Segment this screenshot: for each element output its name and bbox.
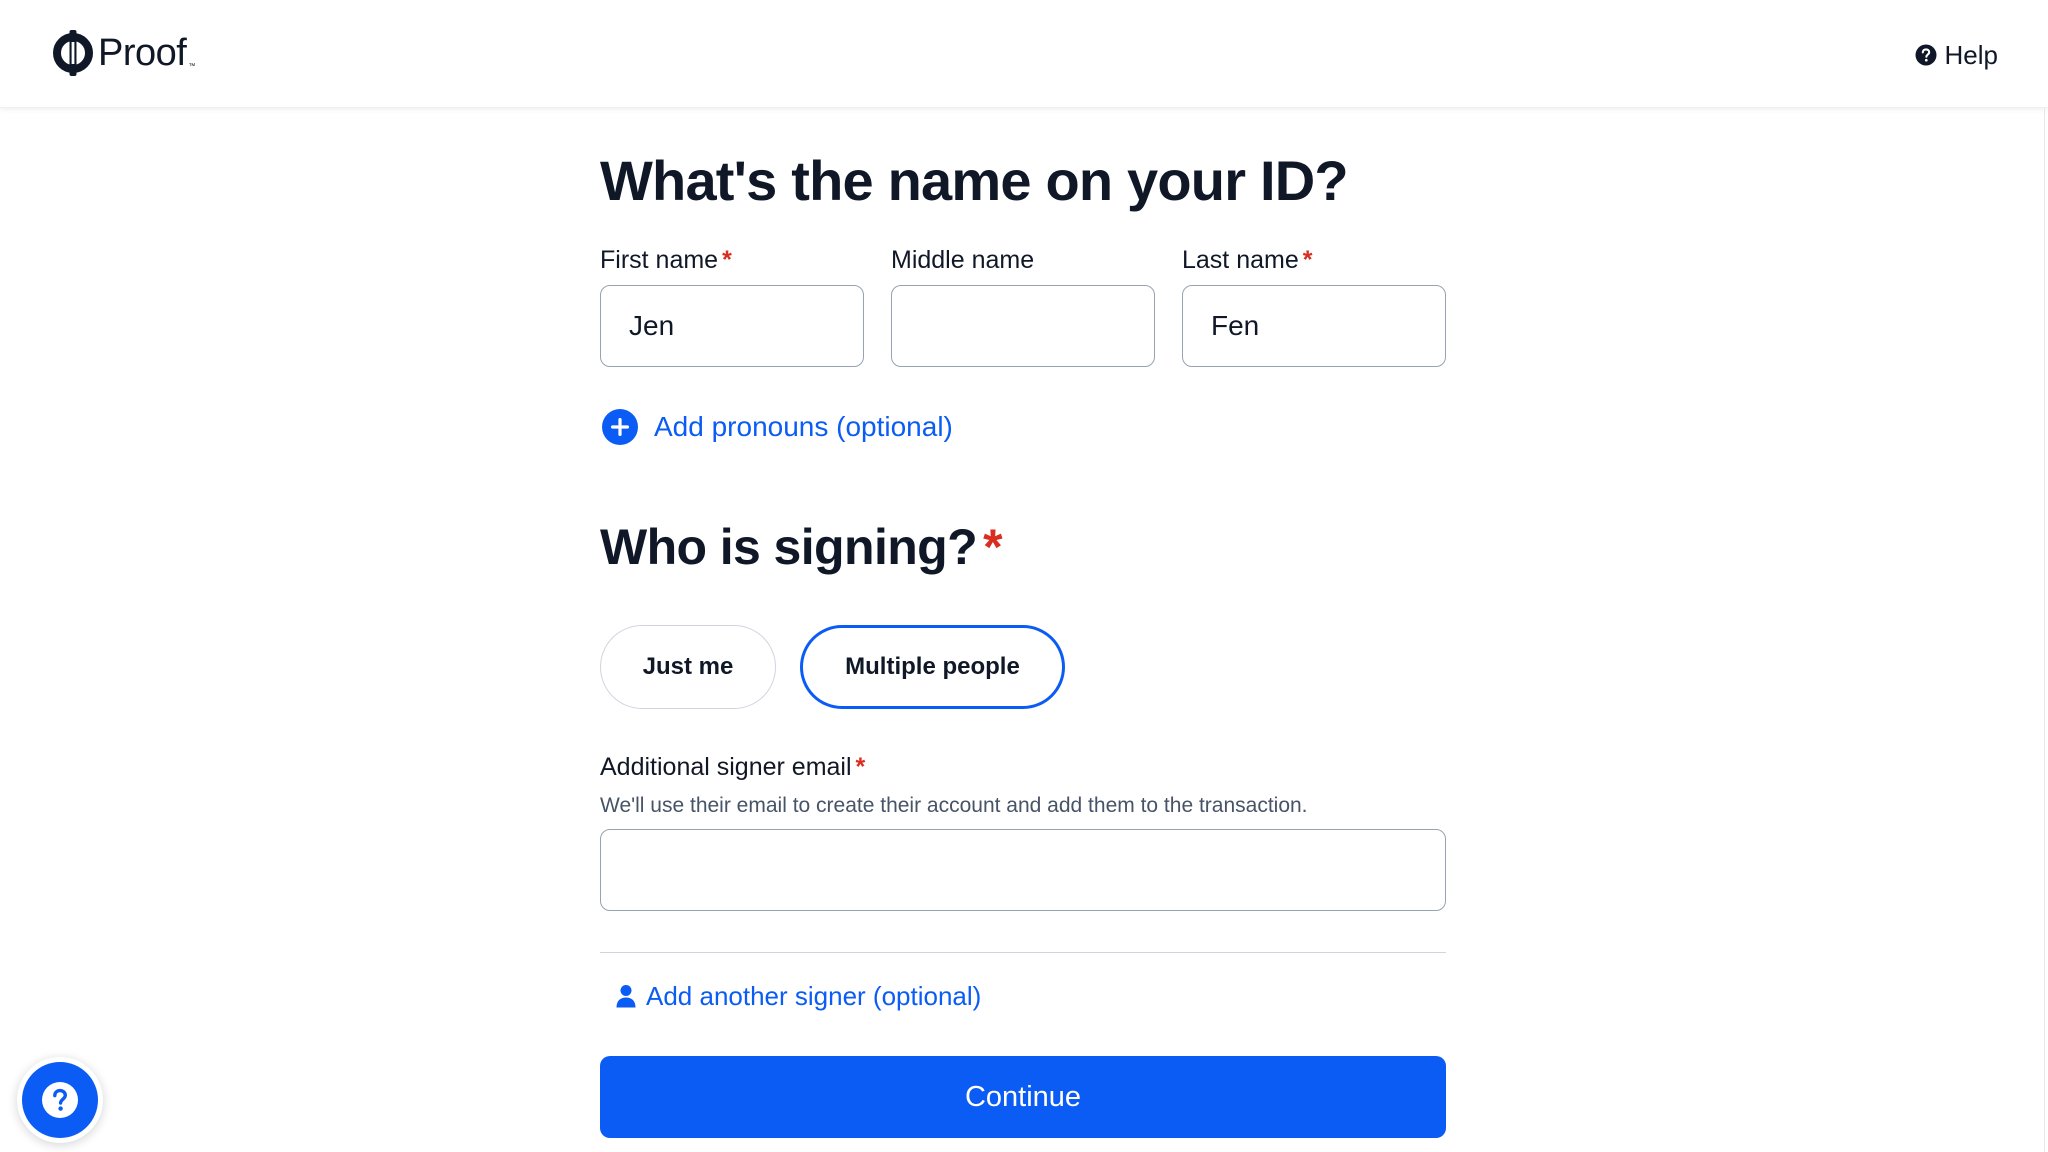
just-me-button[interactable]: Just me [600, 625, 776, 709]
proof-logo-mark [53, 30, 93, 76]
proof-logo[interactable]: Proof ™ [52, 28, 195, 78]
brand-trademark: ™ [188, 63, 196, 70]
divider [600, 952, 1446, 953]
top-bar: Proof ™ Help [0, 0, 2048, 108]
help-link[interactable]: Help [1915, 36, 1998, 74]
person-icon [616, 985, 636, 1008]
question-circle-icon [1915, 44, 1937, 66]
first-name-label-text: First name [600, 246, 719, 274]
add-pronouns-label: Add pronouns (optional) [654, 411, 953, 442]
last-name-input[interactable] [1182, 285, 1446, 367]
first-name-input[interactable] [600, 285, 864, 367]
help-label: Help [1944, 39, 1998, 70]
required-mark: * [722, 246, 732, 274]
scrollbar-track[interactable] [2044, 108, 2045, 1152]
signer-email-label: Additional signer email * [600, 753, 865, 782]
question-icon [42, 1082, 78, 1118]
signing-title-text: Who is signing? [600, 519, 978, 575]
last-name-label: Last name * [1182, 246, 1312, 275]
multiple-people-button[interactable]: Multiple people [800, 625, 1065, 709]
plus-circle-icon [602, 409, 638, 445]
required-mark: * [1302, 246, 1313, 274]
add-pronouns-button[interactable]: Add pronouns (optional) [602, 408, 953, 446]
signer-email-hint: We'll use their email to create their ac… [600, 794, 1308, 817]
continue-button[interactable]: Continue [600, 1056, 1446, 1138]
signer-email-input[interactable] [600, 829, 1446, 911]
last-name-label-text: Last name [1182, 246, 1299, 274]
support-chat-button[interactable] [22, 1062, 98, 1138]
page-title: What's the name on your ID? [600, 149, 1349, 212]
brand-name: Proof [98, 31, 187, 74]
signing-title: Who is signing? * [600, 518, 1003, 576]
first-name-label: First name * [600, 246, 732, 275]
required-mark: * [855, 753, 866, 781]
middle-name-label-text: Middle name [891, 246, 1035, 274]
required-mark: * [983, 519, 1002, 575]
add-another-signer-label: Add another signer (optional) [646, 980, 982, 1011]
signer-email-label-text: Additional signer email [600, 753, 852, 781]
middle-name-label: Middle name [891, 246, 1034, 275]
add-another-signer-button[interactable]: Add another signer (optional) [616, 978, 981, 1014]
middle-name-input[interactable] [891, 285, 1155, 367]
